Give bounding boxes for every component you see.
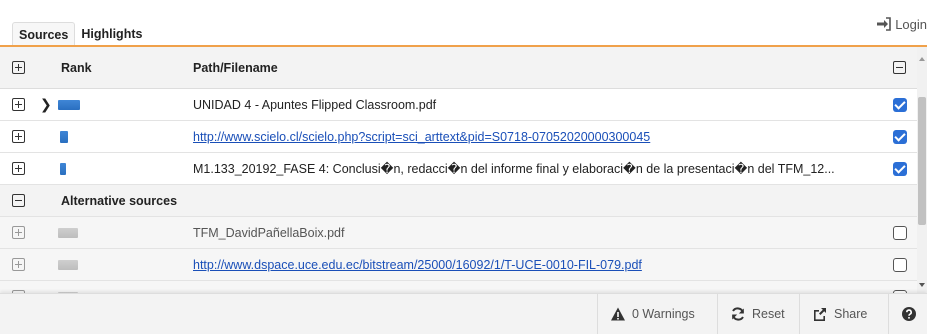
path-column-header: Path/Filename — [193, 60, 278, 75]
plus-box-icon — [11, 258, 25, 271]
sign-in-icon — [877, 17, 891, 31]
tab-sources[interactable]: Sources — [12, 22, 76, 46]
warnings-button[interactable]: 0 Warnings — [597, 294, 709, 334]
row-expand-toggle[interactable] — [10, 161, 26, 177]
rank-column-header: Rank — [61, 60, 92, 75]
bottom-toolbar: 0 Warnings Reset Share — [0, 293, 927, 334]
source-link[interactable]: http://www.scielo.cl/scielo.php?script=s… — [193, 130, 883, 144]
table-row[interactable]: TFM_DavidPañellaBoix.pdf — [0, 217, 917, 249]
alternative-sources-group[interactable]: Alternative sources — [0, 185, 917, 217]
row-expand-toggle[interactable] — [10, 257, 26, 273]
top-bar: Sources Highlights Login — [0, 0, 927, 47]
source-checkbox[interactable] — [893, 129, 907, 144]
table-header: Rank Path/Filename — [0, 47, 917, 89]
minus-box-icon — [11, 194, 25, 207]
plus-box-icon — [11, 130, 25, 143]
help-button[interactable] — [888, 294, 927, 334]
warnings-label: 0 Warnings — [632, 307, 695, 321]
minus-box-icon — [892, 61, 906, 74]
table-scrollbar[interactable] — [917, 47, 927, 293]
alternative-link[interactable]: http://www.dspace.uce.edu.ec/bitstream/2… — [193, 258, 883, 272]
tab-strip: Sources Highlights — [12, 22, 148, 46]
source-checkbox[interactable] — [893, 97, 907, 112]
scroll-up-arrow-icon[interactable] — [919, 57, 925, 61]
alternative-sources-label: Alternative sources — [61, 193, 178, 208]
table-row[interactable]: http://www.dspace.uce.edu.ec/bitstream/2… — [0, 249, 917, 281]
plus-box-icon — [11, 162, 25, 175]
table-row[interactable]: ❯ UNIDAD 4 - Apuntes Flipped Classroom.p… — [0, 89, 917, 121]
alternative-checkbox[interactable] — [893, 257, 907, 272]
share-icon — [814, 308, 826, 321]
reset-button[interactable]: Reset — [717, 294, 797, 334]
rank-bar — [58, 227, 78, 238]
chevron-right-icon[interactable]: ❯ — [40, 96, 52, 113]
source-path: M1.133_20192_FASE 4: Conclusi�n, redacci… — [193, 162, 835, 176]
tab-highlights[interactable]: Highlights — [75, 22, 148, 46]
row-expand-toggle[interactable] — [10, 129, 26, 145]
alternative-checkbox[interactable] — [893, 225, 907, 240]
row-expand-toggle[interactable] — [10, 225, 26, 241]
table-row[interactable] — [0, 281, 917, 293]
plus-box-icon — [11, 61, 25, 74]
rank-bar — [60, 130, 68, 143]
alternative-path: TFM_DavidPañellaBoix.pdf — [193, 225, 345, 240]
share-button[interactable]: Share — [799, 294, 884, 334]
login-link[interactable]: Login — [876, 14, 927, 34]
plus-box-icon — [11, 98, 25, 111]
row-expand-toggle[interactable] — [10, 97, 26, 113]
rank-bar — [60, 162, 66, 175]
collapse-all-toggle[interactable] — [891, 60, 907, 76]
group-collapse-toggle[interactable] — [10, 193, 26, 209]
rank-bar — [58, 259, 78, 270]
help-icon — [902, 307, 916, 321]
source-checkbox[interactable] — [893, 161, 907, 176]
scroll-down-arrow-icon[interactable] — [919, 283, 925, 287]
plus-box-icon — [11, 226, 25, 239]
source-path: UNIDAD 4 - Apuntes Flipped Classroom.pdf — [193, 97, 437, 112]
warning-icon — [611, 307, 625, 321]
expand-all-toggle[interactable] — [10, 60, 26, 76]
login-label: Login — [895, 16, 927, 32]
table-row[interactable]: http://www.scielo.cl/scielo.php?script=s… — [0, 121, 917, 153]
share-label: Share — [834, 307, 868, 321]
rank-bar — [58, 99, 80, 110]
table-row[interactable]: M1.133_20192_FASE 4: Conclusi�n, redacci… — [0, 153, 917, 185]
sources-table: Rank Path/Filename ❯ UNIDAD 4 - Apuntes … — [0, 47, 917, 293]
refresh-icon — [732, 307, 744, 321]
scroll-thumb[interactable] — [918, 97, 926, 225]
reset-label: Reset — [752, 307, 785, 321]
